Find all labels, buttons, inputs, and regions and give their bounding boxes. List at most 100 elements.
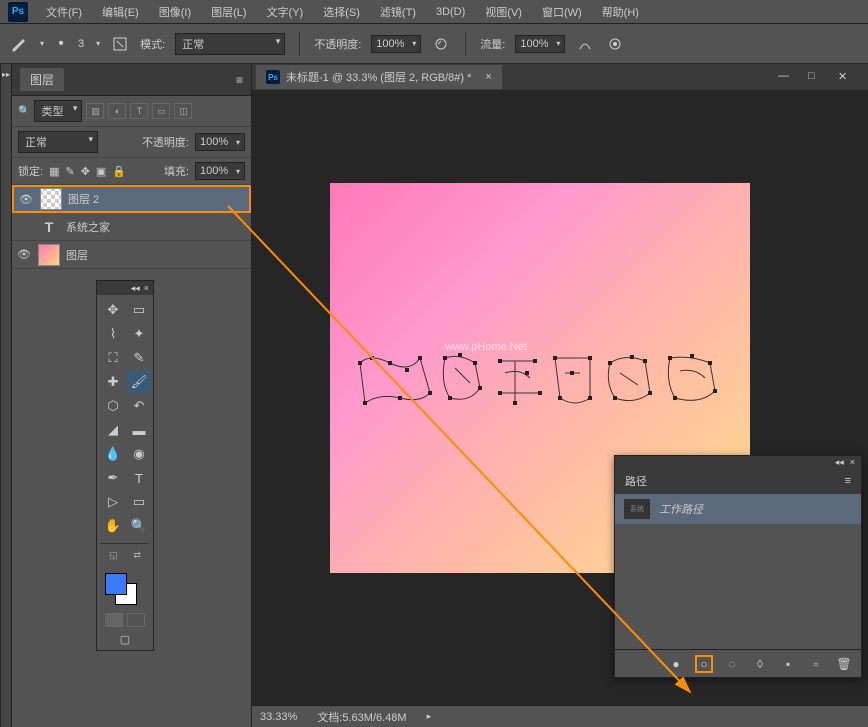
swap-colors-icon[interactable]: ⇄ [133,550,141,561]
paths-menu-icon[interactable]: ≡ [845,475,851,487]
lasso-tool[interactable]: ⌇ [101,323,125,345]
filter-text-icon[interactable]: T [130,103,148,119]
dodge-tool[interactable]: ◉ [127,443,151,465]
brush-tool-icon[interactable] [8,34,28,54]
left-collapse-tab[interactable]: ▸▸ [0,64,12,727]
selection-to-path-button[interactable]: ◊ [751,655,769,673]
layer-item[interactable]: T 系统之家 [12,213,251,241]
foreground-color[interactable] [105,573,127,595]
layer-name-label[interactable]: 系统之家 [66,219,247,235]
screen-mode-button[interactable]: ▢ [101,633,149,646]
path-item[interactable]: 系统 工作路径 [615,494,861,524]
visibility-toggle[interactable] [16,219,32,235]
layer-opacity-input[interactable]: 100%▾ [195,133,245,151]
layers-tab[interactable]: 图层 [20,68,64,91]
lock-position-icon[interactable]: ✥ [81,165,90,178]
healing-tool[interactable]: ✚ [101,371,125,393]
stroke-path-button[interactable]: ○ [695,655,713,673]
wand-tool[interactable]: ✦ [127,323,151,345]
history-brush-tool[interactable]: ↶ [127,395,151,417]
menu-image[interactable]: 图像(I) [149,0,201,24]
hand-tool[interactable]: ✋ [101,515,125,537]
path-to-selection-button[interactable]: ◌ [723,655,741,673]
crop-tool[interactable]: ⛶ [101,347,125,369]
type-tool[interactable]: T [127,467,151,489]
path-name-label[interactable]: 工作路径 [659,501,703,517]
menu-window[interactable]: 窗口(W) [532,0,592,24]
menu-layer[interactable]: 图层(L) [201,0,256,24]
opacity-input[interactable]: 100%▾ [371,35,421,53]
close-button[interactable]: ✕ [838,70,852,84]
lock-all-icon[interactable]: 🔒 [112,165,126,178]
paths-panel[interactable]: ◂◂ × 路径 ≡ 系统 工作路径 ● ○ ◌ ◊ ▪ ▫ 🗑 [614,455,862,678]
lock-nested-icon[interactable]: ▣ [96,165,106,178]
brush-panel-toggle[interactable] [110,34,130,54]
layer-name-label[interactable]: 图层 [66,247,247,263]
eraser-tool[interactable]: ◢ [101,419,125,441]
pen-tool[interactable]: ✒ [101,467,125,489]
shape-tool[interactable]: ▭ [127,491,151,513]
path-select-tool[interactable]: ▷ [101,491,125,513]
layer-item[interactable]: 👁 图层 [12,241,251,269]
pressure-opacity-icon[interactable] [431,34,451,54]
filter-type-select[interactable]: 类型 [34,100,82,122]
layer-thumbnail[interactable] [40,188,62,210]
standard-mode-button[interactable] [105,613,123,627]
marquee-tool[interactable]: ▭ [127,299,151,321]
tools-panel[interactable]: ◂◂ × ✥ ▭ ⌇ ✦ ⛶ ✎ ✚ 🖌 ⬡ ↶ ◢ ▬ 💧 ◉ ✒ T ▷ ▭… [96,280,154,651]
doc-size-info[interactable]: 文档:5.63M/6.48M [317,709,406,725]
blur-tool[interactable]: 💧 [101,443,125,465]
filter-shape-icon[interactable]: ▭ [152,103,170,119]
default-colors-icon[interactable]: ◱ [109,550,118,561]
lock-transparency-icon[interactable]: ▦ [49,165,59,178]
eyedropper-tool[interactable]: ✎ [127,347,151,369]
menu-select[interactable]: 选择(S) [313,0,370,24]
zoom-tool[interactable]: 🔍 [127,515,151,537]
maximize-button[interactable]: □ [808,70,822,84]
lock-fill-row: 锁定: ▦ ✎ ✥ ▣ 🔒 填充: 100%▾ [12,158,251,185]
fill-path-button[interactable]: ● [667,655,685,673]
filter-adjust-icon[interactable]: ◐ [108,103,126,119]
status-dropdown-icon[interactable]: ▸ [427,711,432,722]
panel-menu-icon[interactable]: ≡ [236,73,243,87]
filter-pixel-icon[interactable]: ▧ [86,103,104,119]
stamp-tool[interactable]: ⬡ [101,395,125,417]
layer-blend-select[interactable]: 正常 [18,131,98,153]
menu-help[interactable]: 帮助(H) [592,0,649,24]
menu-type[interactable]: 文字(Y) [257,0,314,24]
tools-panel-header[interactable]: ◂◂ × [97,281,153,295]
paths-collapse-bar[interactable]: ◂◂ × [615,456,861,468]
minimize-button[interactable]: — [778,70,792,84]
menu-view[interactable]: 视图(V) [475,0,532,24]
paths-tab[interactable]: 路径 [625,473,647,489]
brush-size-dropdown[interactable]: ▾ [96,39,100,48]
pressure-size-icon[interactable] [605,34,625,54]
layer-thumbnail[interactable] [38,244,60,266]
delete-path-button[interactable]: 🗑 [835,655,853,673]
zoom-level[interactable]: 33.33% [260,711,297,723]
layer-name-label[interactable]: 图层 2 [68,191,245,207]
close-tab-icon[interactable]: × [485,71,491,83]
move-tool[interactable]: ✥ [101,299,125,321]
menu-filter[interactable]: 滤镜(T) [370,0,426,24]
lock-pixels-icon[interactable]: ✎ [65,165,74,178]
add-mask-button[interactable]: ▪ [779,655,797,673]
menu-3d[interactable]: 3D(D) [426,2,475,22]
quickmask-mode-button[interactable] [127,613,145,627]
brush-size-value[interactable]: 3 [78,38,84,50]
document-tab[interactable]: Ps 未标题-1 @ 33.3% (图层 2, RGB/8#) * × [256,65,502,89]
menu-edit[interactable]: 编辑(E) [92,0,149,24]
airbrush-icon[interactable] [575,34,595,54]
fill-input[interactable]: 100%▾ [195,162,245,180]
visibility-toggle[interactable]: 👁 [16,247,32,263]
menu-file[interactable]: 文件(F) [36,0,92,24]
filter-smart-icon[interactable]: ◫ [174,103,192,119]
visibility-toggle[interactable]: 👁 [18,191,34,207]
gradient-tool[interactable]: ▬ [127,419,151,441]
layer-item[interactable]: 👁 图层 2 [12,185,251,213]
blend-mode-select[interactable]: 正常 [175,33,285,55]
brush-tool[interactable]: 🖌 [127,371,151,393]
flow-input[interactable]: 100%▾ [515,35,565,53]
tool-preset-dropdown[interactable]: ▾ [40,39,44,48]
new-path-button[interactable]: ▫ [807,655,825,673]
